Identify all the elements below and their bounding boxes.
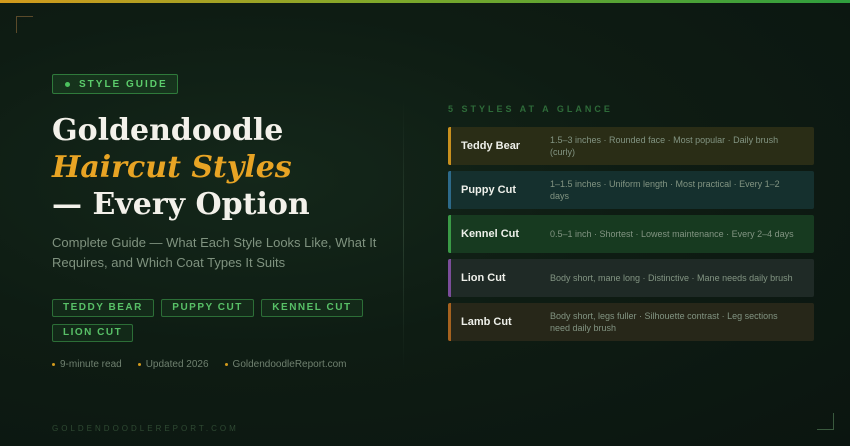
style-row-teddy-bear: Teddy Bear 1.5–3 inches · Rounded face ·… (448, 127, 814, 165)
tag-lion-cut[interactable]: LION CUT (52, 324, 134, 342)
top-accent-bar (0, 0, 850, 3)
style-name: Kennel Cut (461, 228, 520, 240)
page-title: Goldendoodle Haircut Styles — Every Opti… (52, 112, 392, 223)
style-name: Lamb Cut (461, 316, 512, 328)
bullet-icon (52, 363, 55, 366)
glance-heading: 5 STYLES AT A GLANCE (448, 104, 613, 114)
style-row-puppy-cut: Puppy Cut 1–1.5 inches · Uniform length … (448, 171, 814, 209)
bullet-icon (137, 363, 141, 366)
meta-read-time-label: 9-minute read (60, 359, 122, 370)
tag-teddy-bear[interactable]: TEDDY BEAR (52, 299, 154, 317)
style-name: Lion Cut (461, 272, 506, 284)
style-desc: 1–1.5 inches · Uniform length · Most pra… (550, 179, 780, 201)
meta-site: GoldendoodleReport.com (224, 359, 347, 370)
badge-dot-icon (65, 81, 70, 87)
footer-site: GOLDENDOODLEREPORT.COM (52, 424, 239, 433)
meta-read-time: 9-minute read (52, 359, 122, 370)
meta-updated: Updated 2026 (137, 359, 209, 370)
style-row-lion-cut: Lion Cut Body short, mane long · Distinc… (448, 259, 814, 297)
style-desc: Body short, mane long · Distinctive · Ma… (550, 273, 793, 283)
tag-list: TEDDY BEAR PUPPY CUT KENNEL CUT LION CUT (52, 297, 372, 347)
style-name: Teddy Bear (461, 140, 521, 152)
meta-info: 9-minute read Updated 2026 GoldendoodleR… (52, 359, 363, 370)
subtitle: Complete Guide — What Each Style Looks L… (52, 235, 377, 270)
title-line-2: Haircut Styles (52, 150, 292, 185)
style-name: Puppy Cut (461, 184, 516, 196)
style-desc: 0.5–1 inch · Shortest · Lowest maintenan… (550, 229, 794, 239)
style-desc: Body short, legs fuller · Silhouette con… (550, 311, 778, 333)
title-line-3: — Every Option (52, 187, 310, 222)
tag-puppy-cut[interactable]: PUPPY CUT (161, 299, 254, 317)
corner-bracket-top-left (16, 16, 33, 33)
styles-list: Teddy Bear 1.5–3 inches · Rounded face ·… (448, 127, 814, 347)
column-divider (403, 100, 404, 370)
title-line-1: Goldendoodle (52, 113, 284, 148)
style-guide-badge: STYLE GUIDE (52, 74, 178, 94)
badge-label: STYLE GUIDE (79, 78, 168, 90)
corner-bracket-bottom-right (817, 413, 834, 430)
tag-kennel-cut[interactable]: KENNEL CUT (261, 299, 363, 317)
style-row-kennel-cut: Kennel Cut 0.5–1 inch · Shortest · Lowes… (448, 215, 814, 253)
meta-site-label: GoldendoodleReport.com (232, 359, 347, 370)
style-desc: 1.5–3 inches · Rounded face · Most popul… (550, 135, 779, 157)
bullet-icon (224, 363, 228, 366)
style-row-lamb-cut: Lamb Cut Body short, legs fuller · Silho… (448, 303, 814, 341)
meta-updated-label: Updated 2026 (145, 359, 209, 370)
